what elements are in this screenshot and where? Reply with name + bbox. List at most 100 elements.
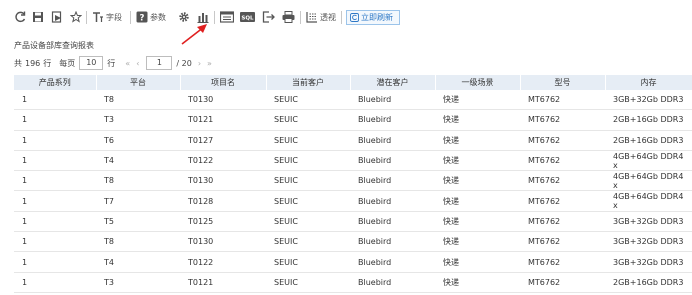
table-cell: 4GB+64Gb DDR4 x [605, 190, 692, 212]
table-cell: 1 [14, 190, 96, 212]
column-header[interactable]: 当前客户 [266, 75, 351, 90]
table-cell: 1 [14, 150, 96, 172]
fields-label: 字段 [106, 12, 122, 22]
table-cell: 1 [14, 272, 96, 293]
params-label: 参数 [150, 12, 166, 22]
table-cell: 快递 [435, 130, 520, 151]
table-cell: SEUIC [266, 211, 350, 233]
print-icon[interactable] [282, 9, 295, 25]
table-cell: T7 [96, 190, 180, 212]
column-header[interactable]: 一级场景 [435, 75, 521, 90]
table-cell: 2GB+16Gb DDR3 [605, 130, 692, 151]
table-row[interactable]: 1 T4 T0122 SEUIC Bluebird 快递 MT6762 4GB+64Gb DD… [14, 150, 692, 172]
pagination-bar: 共 196 行 每页 10 行 « ‹ 1 / 20 › » [14, 56, 215, 70]
table-cell: 快递 [435, 272, 520, 293]
column-header[interactable]: 产品系列 [14, 75, 97, 90]
table-cell: SEUIC [266, 190, 350, 212]
pivot-button[interactable]: 透视 [306, 9, 336, 25]
table-cell: T8 [96, 170, 180, 192]
table-row[interactable]: 1 T3 T0121 SEUIC Bluebird 快递 MT6762 2GB+16Gb DD… [14, 109, 692, 131]
svg-text:?: ? [140, 13, 145, 23]
annotation-arrow [181, 24, 207, 45]
table-cell: T4 [96, 251, 180, 273]
table-cell: T0121 [180, 109, 266, 131]
table-row[interactable]: 1 T5 T0125 SEUIC Bluebird 快递 MT6762 3GB+32Gb DD… [14, 211, 692, 233]
table-cell: 1 [14, 90, 96, 111]
help-icon: ? [136, 11, 148, 23]
per-page-input[interactable]: 10 [79, 56, 104, 70]
table-cell: 快递 [435, 251, 520, 273]
table-cell: MT6762 [520, 130, 605, 151]
column-header[interactable]: 平台 [96, 75, 181, 90]
pivot-icon [306, 12, 317, 23]
table-cell: 1 [14, 211, 96, 233]
table-view-icon[interactable] [220, 9, 234, 25]
toolbar-divider [130, 11, 131, 24]
table-row[interactable]: 1 T8 T0130 SEUIC Bluebird 快递 MT6762 3GB+32Gb DD… [14, 90, 692, 111]
table-cell: Bluebird [350, 109, 435, 131]
table-cell: 2GB+16Gb DDR3 [605, 272, 692, 293]
table-cell: SEUIC [266, 231, 350, 253]
table-cell: SEUIC [266, 130, 350, 151]
total-rows: 196 [25, 58, 41, 68]
params-button[interactable]: ? 参数 [136, 9, 166, 25]
page-input[interactable]: 1 [146, 56, 173, 70]
table-cell: T0121 [180, 272, 266, 293]
table-cell: 1 [14, 251, 96, 273]
report-title: 产品设备部库查询报表 [14, 41, 94, 50]
table-cell: T0130 [180, 231, 266, 253]
column-header[interactable]: 型号 [520, 75, 606, 90]
table-cell: T0128 [180, 190, 266, 212]
table-cell: T0127 [180, 130, 266, 151]
table-row[interactable]: 1 T4 T0122 SEUIC Bluebird 快递 MT6762 3GB+32Gb DD… [14, 251, 692, 273]
prev-page-icon[interactable]: ‹ [136, 59, 139, 68]
table-cell: 3GB+32Gb DDR3 [605, 211, 692, 233]
table-cell: MT6762 [520, 190, 605, 212]
table-cell: Bluebird [350, 190, 435, 212]
first-page-icon[interactable]: « [125, 59, 130, 68]
table-cell: Bluebird [350, 170, 435, 192]
column-header[interactable]: 潜在客户 [350, 75, 436, 90]
table-cell: 1 [14, 130, 96, 151]
table-row[interactable]: 1 T6 T0127 SEUIC Bluebird 快递 MT6762 2GB+16Gb DD… [14, 130, 692, 151]
export-icon[interactable] [51, 9, 63, 25]
table-row[interactable]: 1 T7 T0128 SEUIC Bluebird 快递 MT6762 4GB+64Gb DD… [14, 190, 692, 212]
table-cell: T0125 [180, 211, 266, 233]
table-cell: T0130 [180, 90, 266, 111]
logout-icon[interactable] [262, 9, 275, 25]
star-icon[interactable] [70, 9, 82, 25]
table-cell: Bluebird [350, 130, 435, 151]
per-page-label: 每页 [59, 58, 76, 68]
table-cell: MT6762 [520, 251, 605, 273]
total-prefix: 共 [14, 58, 22, 68]
table-cell: 4GB+64Gb DDR4 x [605, 170, 692, 192]
table-cell: SEUIC [266, 150, 350, 172]
table-cell: Bluebird [350, 211, 435, 233]
table-cell: 快递 [435, 170, 520, 192]
table-row[interactable]: 1 T3 T0121 SEUIC Bluebird 快递 MT6762 2GB+16Gb DD… [14, 272, 692, 293]
refresh-icon[interactable] [14, 9, 26, 25]
toolbar-divider [86, 11, 87, 24]
table-cell: 3GB+32Gb DDR3 [605, 231, 692, 253]
sql-button[interactable]: SQL [240, 9, 255, 25]
table-cell: Bluebird [350, 90, 435, 111]
table-cell: SEUIC [266, 109, 350, 131]
table-cell: SEUIC [266, 251, 350, 273]
table-cell: 快递 [435, 109, 520, 131]
table-cell: 3GB+32Gb DDR3 [605, 251, 692, 273]
column-header[interactable]: 内存 [605, 75, 692, 90]
column-header[interactable]: 项目名 [180, 75, 267, 90]
save-icon[interactable] [32, 9, 44, 25]
last-page-icon[interactable]: » [207, 59, 212, 68]
table-cell: T8 [96, 231, 180, 253]
table-cell: T4 [96, 150, 180, 172]
next-page-icon[interactable]: › [198, 59, 201, 68]
table-row[interactable]: 1 T8 T0130 SEUIC Bluebird 快递 MT6762 4GB+64Gb DD… [14, 170, 692, 192]
refresh-now-button[interactable]: 立即刷新 [346, 10, 400, 25]
table-cell: SEUIC [266, 272, 350, 293]
toolbar-divider [341, 11, 342, 24]
pivot-label: 透视 [320, 12, 336, 22]
fields-button[interactable]: 字段 [92, 9, 122, 25]
table-cell: SEUIC [266, 170, 350, 192]
table-row[interactable]: 1 T8 T0130 SEUIC Bluebird 快递 MT6762 3GB+32Gb DD… [14, 231, 692, 253]
